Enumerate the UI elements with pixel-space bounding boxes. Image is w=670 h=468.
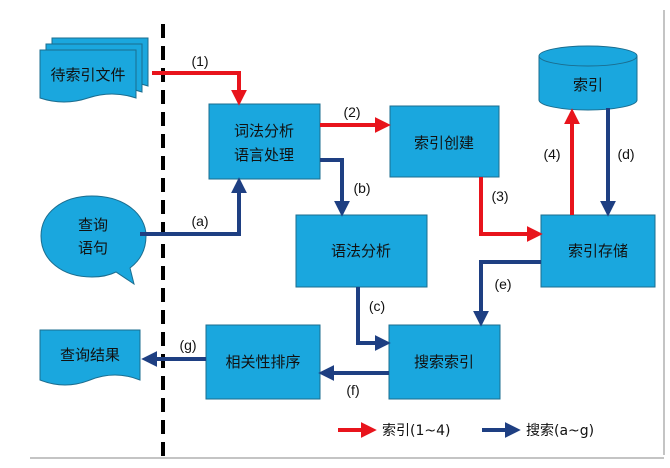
node-results: 查询结果: [39, 329, 141, 386]
node-lexical-analysis: 词法分析 语言处理: [208, 103, 321, 180]
edge-e-label: (e): [494, 276, 511, 292]
edge-c-arrow: [356, 287, 391, 351]
edge-f-label: (f): [346, 382, 359, 398]
edge-b-arrow: [320, 158, 350, 217]
flow-diagram: 待索引文件 词法分析 语言处理 索引创建 索引 索引存储 查询 语句 语法分析 …: [30, 10, 665, 459]
node-query-label-2: 语句: [78, 239, 108, 257]
edge-1-label: (1): [191, 53, 208, 69]
edge-a-label: (a): [191, 213, 208, 229]
node-search-index-label: 搜索索引: [414, 353, 474, 371]
node-ranking-label: 相关性排序: [225, 353, 300, 371]
node-index-create: 索引创建: [389, 105, 500, 178]
node-results-label: 查询结果: [60, 346, 120, 364]
edge-4-label: (4): [543, 146, 560, 162]
edge-3-label: (3): [491, 188, 508, 204]
node-lexical-label-1: 词法分析: [234, 122, 294, 140]
node-query: 查询 语句: [40, 195, 147, 286]
edge-g-label: (g): [179, 337, 196, 353]
node-index-db: 索引: [538, 45, 638, 111]
node-pending-files-label: 待索引文件: [50, 66, 125, 84]
edge-1-arrow: [152, 71, 247, 106]
node-index-create-label: 索引创建: [414, 134, 474, 152]
legend-index-label: 索引(1~4): [382, 422, 450, 439]
edge-d-label: (d): [617, 146, 634, 162]
edge-3-arrow: [479, 177, 543, 242]
node-index-store: 索引存储: [540, 214, 656, 288]
edge-a-arrow: [140, 177, 247, 236]
node-query-label-1: 查询: [78, 216, 108, 234]
edge-c-label: (c): [369, 298, 385, 314]
node-ranking: 相关性排序: [205, 324, 321, 400]
node-search-index: 搜索索引: [388, 324, 501, 400]
node-index-db-label: 索引: [573, 76, 603, 94]
node-pending-files: 待索引文件: [39, 37, 149, 103]
legend-search-label: 搜索(a~g): [526, 422, 594, 439]
node-lexical-label-2: 语言处理: [234, 146, 294, 164]
node-syntax: 语法分析: [295, 214, 428, 288]
node-syntax-label: 语法分析: [331, 242, 391, 260]
legend: 索引(1~4) 搜索(a~g): [338, 422, 594, 439]
node-index-store-label: 索引存储: [568, 242, 628, 260]
edge-2-label: (2): [343, 104, 360, 120]
edge-b-label: (b): [353, 180, 370, 196]
edge-e-arrow: [473, 260, 541, 327]
